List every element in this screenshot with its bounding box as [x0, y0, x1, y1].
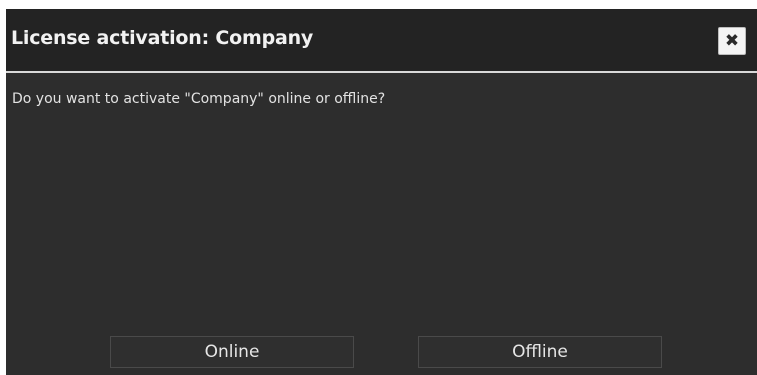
close-icon: ✖ — [724, 31, 740, 51]
dialog-titlebar: License activation: Company ✖ — [6, 9, 757, 73]
dialog-title: License activation: Company — [11, 27, 314, 49]
license-activation-dialog: License activation: Company ✖ Do you wan… — [6, 9, 757, 375]
dialog-message: Do you want to activate "Company" online… — [12, 91, 386, 107]
close-button[interactable]: ✖ — [718, 27, 746, 55]
offline-button[interactable]: Offline — [418, 336, 662, 368]
online-button[interactable]: Online — [110, 336, 354, 368]
